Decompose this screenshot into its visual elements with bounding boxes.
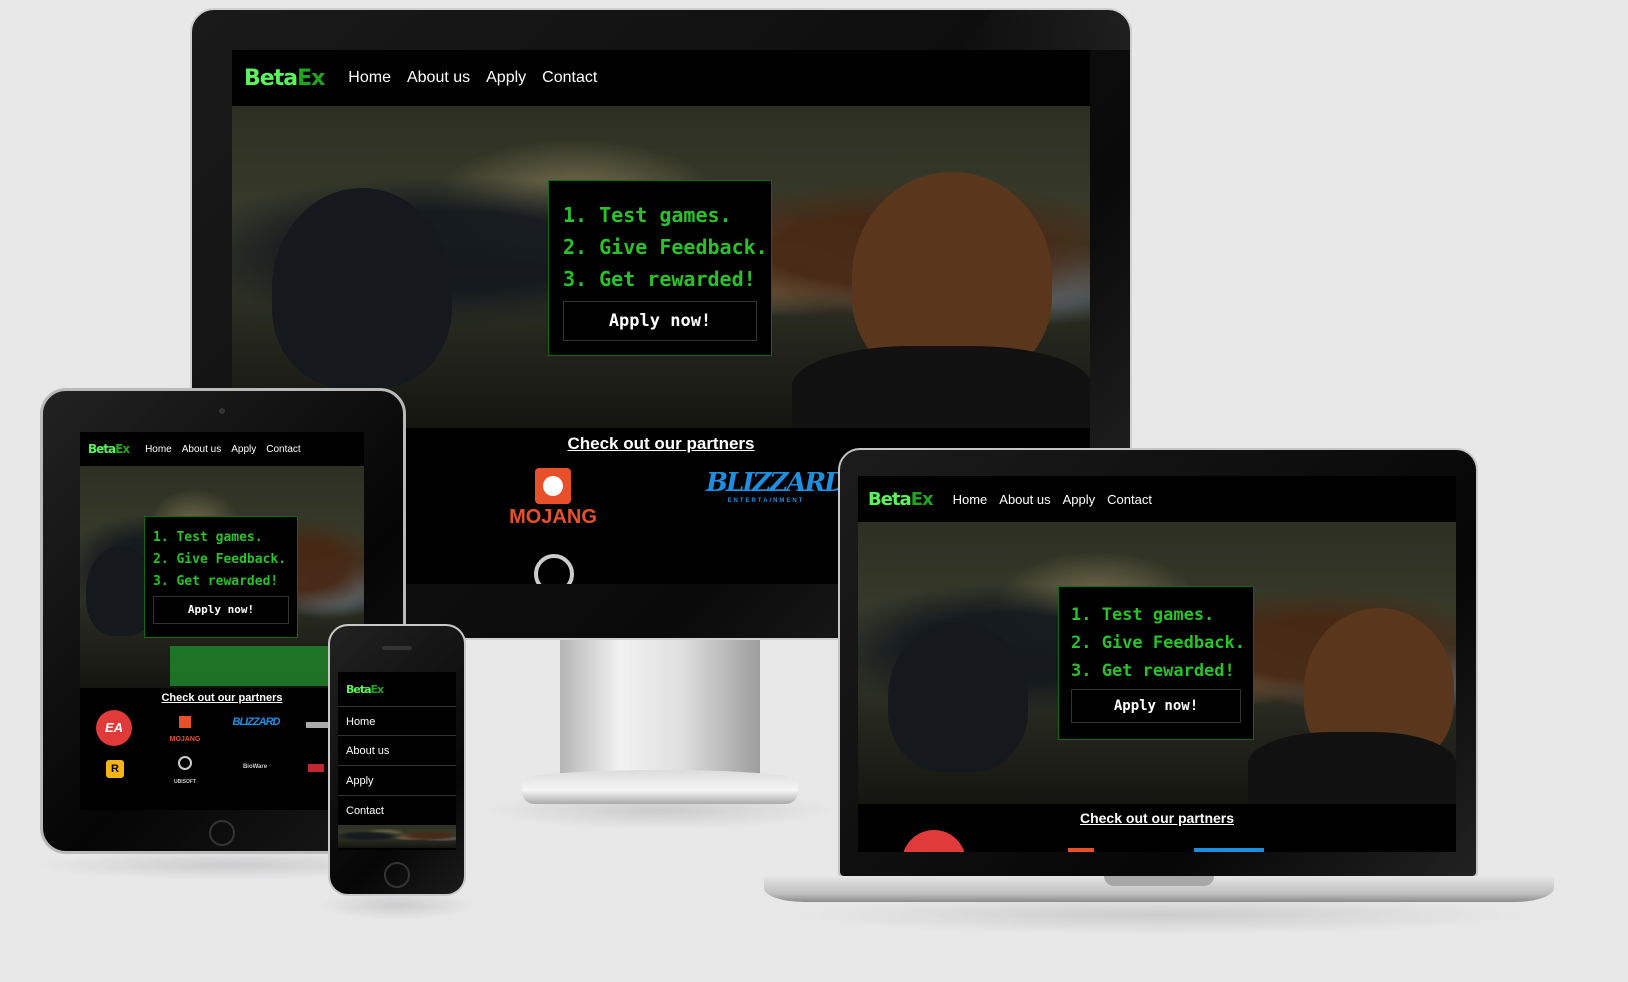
mojang-logo: MOJANG: [498, 468, 608, 529]
partial-logo-red: [308, 764, 324, 772]
cta-line-2: 2. Give Feedback.: [563, 235, 768, 259]
laptop-site: BetaEx Home About us Apply Contact 1. Te…: [858, 476, 1456, 852]
phone-home-button[interactable]: [384, 862, 410, 888]
blizzard-logo: BLIZZARD: [232, 716, 281, 728]
gamer-left-image: [272, 188, 452, 388]
nav-about[interactable]: About us: [182, 444, 221, 455]
ubisoft-icon-partial: [534, 554, 574, 584]
blizzard-subtext: ENTERTAINMENT: [727, 498, 805, 504]
ubisoft-text: UBISOFT: [174, 779, 196, 785]
desktop-navbar: BetaEx Home About us Apply Contact: [232, 50, 1090, 106]
nav-about[interactable]: About us: [407, 69, 470, 87]
cta-line-2: 2. Give Feedback.: [1071, 633, 1245, 653]
green-glow: [170, 646, 350, 686]
nav-home[interactable]: Home: [145, 444, 172, 455]
bioware-logo: BioWare: [242, 764, 268, 770]
phone-speaker: [382, 646, 412, 650]
cta-line-1: 1. Test games.: [153, 530, 263, 545]
phone-menu-about[interactable]: About us: [338, 736, 456, 766]
nav-apply[interactable]: Apply: [1063, 492, 1096, 507]
desktop-apply-button[interactable]: Apply now!: [563, 301, 757, 341]
ea-logo-partial: [902, 830, 966, 852]
nav-contact[interactable]: Contact: [542, 69, 597, 87]
mojang-logo-partial: [1068, 848, 1094, 852]
brand-part-beta: Beta: [346, 682, 372, 696]
mojang-icon: [179, 716, 191, 728]
gamer-left-image: [888, 622, 1028, 772]
tablet-hero: 1. Test games. 2. Give Feedback. 3. Get …: [80, 466, 364, 688]
blizzard-logo-partial: [1194, 848, 1264, 852]
nav-apply[interactable]: Apply: [231, 444, 256, 455]
laptop-navbar: BetaEx Home About us Apply Contact: [858, 476, 1456, 522]
brand-part-beta: Beta: [868, 488, 912, 510]
brand-part-ex: Ex: [910, 488, 934, 510]
partners-title: Check out our partners: [161, 692, 283, 704]
monitor-stand-neck: [560, 640, 760, 780]
nav-apply[interactable]: Apply: [486, 69, 526, 87]
nav-home[interactable]: Home: [348, 69, 391, 87]
phone-navbar: BetaEx: [338, 672, 456, 706]
desktop-hero: 1. Test games. 2. Give Feedback. 3. Get …: [232, 106, 1090, 428]
rockstar-logo: R: [106, 760, 124, 778]
phone-menu-apply[interactable]: Apply: [338, 766, 456, 796]
phone-menu-home[interactable]: Home: [338, 706, 456, 736]
mojang-logo: MOJANG: [162, 716, 208, 746]
chair-image: [792, 346, 1090, 428]
blizzard-logo: BLIZZARD ENTERTAINMENT: [706, 468, 847, 504]
mojang-text: MOJANG: [169, 736, 201, 743]
tablet-cta-box: 1. Test games. 2. Give Feedback. 3. Get …: [144, 516, 298, 638]
ubisoft-logo: UBISOFT: [170, 756, 200, 788]
nav-home[interactable]: Home: [953, 492, 988, 507]
tablet-home-button[interactable]: [209, 820, 235, 846]
brand-part-beta: Beta: [88, 442, 116, 456]
laptop-hero: 1. Test games. 2. Give Feedback. 3. Get …: [858, 522, 1456, 804]
tablet-brand-logo[interactable]: BetaEx: [88, 442, 130, 456]
cta-line-2: 2. Give Feedback.: [153, 552, 287, 567]
blizzard-text: BLIZZARD: [706, 468, 847, 498]
cta-line-1: 1. Test games.: [563, 203, 732, 227]
brand-part-ex: Ex: [115, 442, 130, 456]
phone-menu-contact[interactable]: Contact: [338, 796, 456, 826]
laptop-brand-logo[interactable]: BetaEx: [868, 488, 934, 510]
cta-line-3: 3. Get rewarded!: [153, 574, 279, 589]
chair-image: [1248, 732, 1456, 804]
laptop-cta-box: 1. Test games. 2. Give Feedback. 3. Get …: [1058, 586, 1254, 740]
cta-line-1: 1. Test games.: [1071, 605, 1215, 625]
brand-part-beta: Beta: [244, 65, 298, 91]
ea-logo: EA: [96, 710, 132, 746]
mojang-icon: [535, 468, 571, 504]
laptop-apply-button[interactable]: Apply now!: [1071, 689, 1241, 723]
monitor-stand-base: [522, 770, 798, 804]
ubisoft-icon: [178, 756, 192, 770]
brand-part-ex: Ex: [297, 65, 325, 91]
cta-line-3: 3. Get rewarded!: [1071, 661, 1235, 681]
brand-part-ex: Ex: [370, 682, 385, 696]
tablet-camera: [219, 408, 225, 414]
desktop-brand-logo[interactable]: BetaEx: [244, 65, 325, 91]
partners-title: Check out our partners: [1079, 810, 1235, 826]
nav-about[interactable]: About us: [999, 492, 1050, 507]
mojang-text: MOJANG: [509, 506, 597, 528]
phone-brand-logo[interactable]: BetaEx: [346, 682, 385, 696]
tablet-partners-section: Check out our partners EA MOJANG BLIZZAR…: [80, 688, 364, 810]
laptop-partners-section: Check out our partners: [858, 804, 1456, 852]
nav-contact[interactable]: Contact: [266, 444, 300, 455]
tablet-apply-button[interactable]: Apply now!: [153, 596, 289, 624]
phone-hero-partial: [338, 826, 456, 848]
laptop-notch: [1104, 876, 1214, 886]
phone-site: BetaEx Home About us Apply Contact: [338, 672, 456, 850]
tablet-navbar: BetaEx Home About us Apply Contact: [80, 432, 364, 466]
desktop-cta-box: 1. Test games. 2. Give Feedback. 3. Get …: [548, 180, 772, 356]
tablet-site: BetaEx Home About us Apply Contact 1. Te…: [80, 432, 364, 810]
cta-line-3: 3. Get rewarded!: [563, 267, 756, 291]
nav-contact[interactable]: Contact: [1107, 492, 1152, 507]
